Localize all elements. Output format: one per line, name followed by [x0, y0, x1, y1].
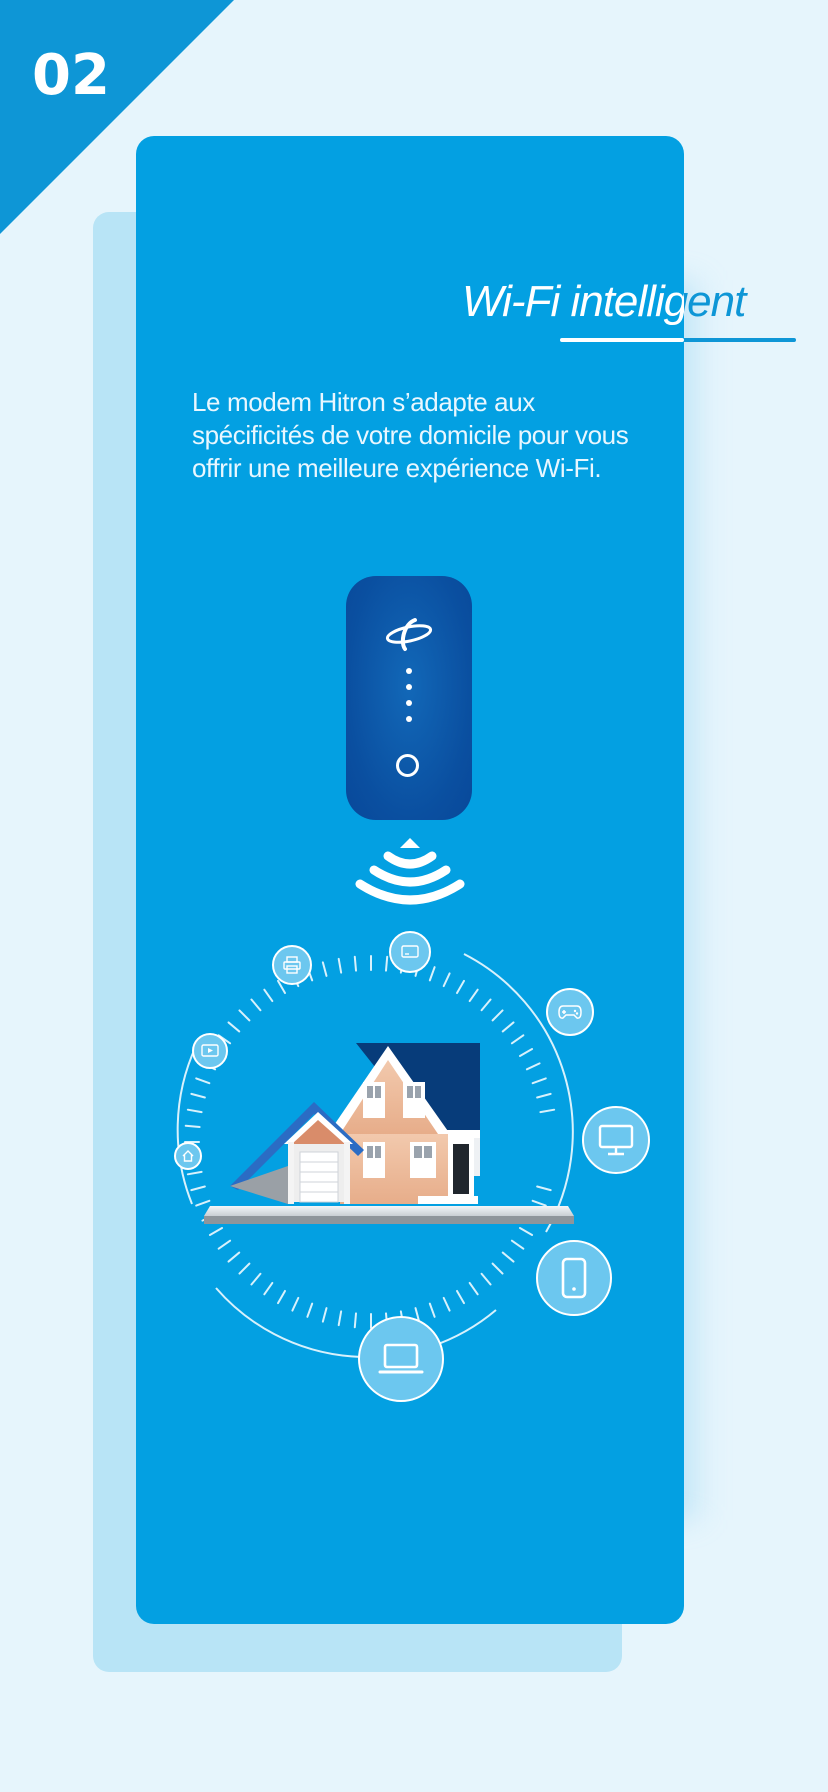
orbit-tick	[337, 957, 343, 974]
step-number: 02	[32, 43, 110, 108]
hitron-logo-icon	[385, 618, 433, 651]
orbit-tick	[428, 966, 436, 982]
power-ring-icon	[396, 754, 419, 777]
title-underline-inner	[560, 338, 684, 342]
wifi-signal-icon	[355, 838, 465, 905]
house-illustration	[204, 1043, 574, 1224]
monitor-icon	[389, 931, 431, 973]
feature-description: Le modem Hitron s’adapte aux spécificité…	[192, 387, 629, 483]
orbit-tick	[321, 961, 328, 977]
feature-card: Wi-Fi intelligent Le modem Hitron s’adap…	[136, 136, 684, 1624]
orbit-tick	[250, 998, 262, 1012]
orbit-tick	[353, 955, 358, 972]
orbit-tick	[480, 998, 492, 1012]
orbit-tick	[456, 979, 465, 995]
orbit-tick	[384, 955, 389, 972]
modem-device	[346, 576, 472, 820]
page-title: Wi-Fi intelligent	[462, 277, 684, 326]
orbit-tick	[442, 972, 451, 988]
orbit-tick	[263, 988, 274, 1003]
orbit-tick	[468, 988, 479, 1003]
printer-icon	[272, 945, 312, 985]
